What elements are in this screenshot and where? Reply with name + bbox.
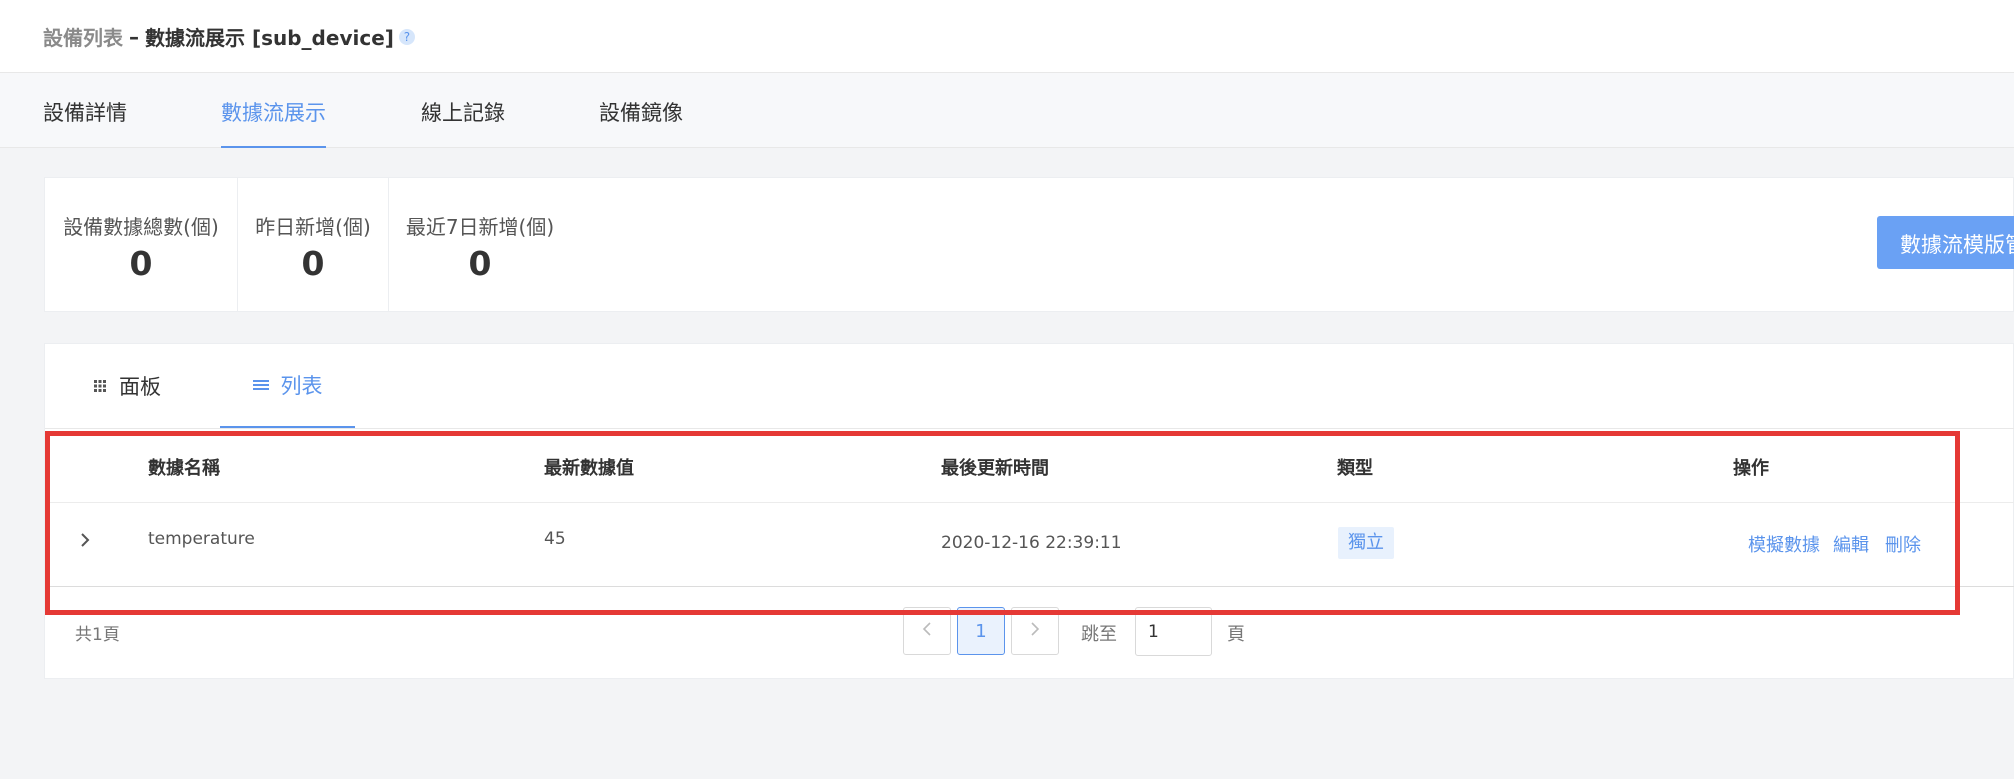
tab-panel-view[interactable]: 面板 <box>93 344 161 428</box>
page-header: 設備列表 – 數據流展示 [sub_device] ? <box>0 0 2014 73</box>
breadcrumb-separator: – <box>129 24 139 49</box>
tab-list-view[interactable]: 列表 <box>220 344 355 428</box>
page-suffix-label: 頁 <box>1227 624 1245 645</box>
stats-card: 設備數據總數(個) 0 昨日新增(個) 0 最近7日新增(個) 0 <box>44 177 2014 312</box>
list-icon <box>252 373 269 397</box>
prev-page-button[interactable] <box>903 607 951 655</box>
cell-latest-value: 45 <box>544 529 566 549</box>
datastream-panel: 面板 列表 數據名稱 最新數據值 最後更新時間 類型 操作 temperatur… <box>44 343 2014 679</box>
column-header-name: 數據名稱 <box>148 458 220 479</box>
stat-last7days-label: 最近7日新增(個) <box>405 215 555 239</box>
stat-total: 設備數據總數(個) 0 <box>45 178 237 311</box>
table-bottom-divider <box>45 586 2014 587</box>
jump-to-label: 跳至 <box>1081 624 1117 645</box>
grid-icon <box>93 374 107 398</box>
column-header-actions: 操作 <box>1733 458 1769 479</box>
type-badge: 獨立 <box>1338 527 1394 559</box>
datastream-template-button[interactable]: 數據流模版管 <box>1877 216 2014 269</box>
jump-page-input[interactable] <box>1135 607 1212 656</box>
cell-datastream-name: temperature <box>148 529 255 549</box>
stat-last7days-value: 0 <box>468 244 492 283</box>
page-title: 數據流展示 [sub_device] <box>145 26 394 50</box>
cell-updated-time: 2020-12-16 22:39:11 <box>941 533 1122 553</box>
table-header-divider <box>45 502 2014 503</box>
column-header-latest-value: 最新數據值 <box>544 458 634 479</box>
stat-yesterday-label: 昨日新增(個) <box>255 215 371 239</box>
page-number-button[interactable]: 1 <box>957 607 1005 655</box>
simulate-data-link[interactable]: 模擬數據 <box>1748 531 1820 557</box>
help-icon[interactable]: ? <box>398 28 415 45</box>
column-header-updated-time: 最後更新時間 <box>941 458 1049 479</box>
column-header-type: 類型 <box>1337 458 1373 479</box>
stat-last7days: 最近7日新增(個) 0 <box>389 178 571 311</box>
tab-panel-view-label: 面板 <box>119 375 161 399</box>
chevron-right-icon <box>80 532 90 552</box>
tab-datastream[interactable]: 數據流展示 <box>221 97 326 148</box>
tab-device-mirror[interactable]: 設備鏡像 <box>599 97 683 148</box>
stat-total-label: 設備數據總數(個) <box>63 215 219 239</box>
stat-yesterday-value: 0 <box>301 244 325 283</box>
stat-total-value: 0 <box>129 244 153 283</box>
next-page-button[interactable] <box>1011 607 1059 655</box>
tabs-divider <box>45 428 2014 429</box>
device-tabbar: 設備詳情 數據流展示 線上記錄 設備鏡像 <box>0 73 2014 148</box>
edit-link[interactable]: 編輯 <box>1833 531 1869 557</box>
chevron-left-icon <box>922 621 932 642</box>
breadcrumb-parent-link[interactable]: 設備列表 <box>43 22 123 51</box>
chevron-right-icon <box>1030 621 1040 642</box>
tab-device-details[interactable]: 設備詳情 <box>43 97 127 148</box>
breadcrumb: 設備列表 – 數據流展示 [sub_device] ? <box>43 22 415 51</box>
tab-list-view-label: 列表 <box>280 374 323 398</box>
stat-yesterday: 昨日新增(個) 0 <box>238 178 388 311</box>
delete-link[interactable]: 刪除 <box>1885 531 1921 557</box>
tab-online-records[interactable]: 線上記錄 <box>421 97 505 148</box>
pagination-total: 共1頁 <box>75 625 120 645</box>
expand-row-button[interactable] <box>75 532 95 552</box>
